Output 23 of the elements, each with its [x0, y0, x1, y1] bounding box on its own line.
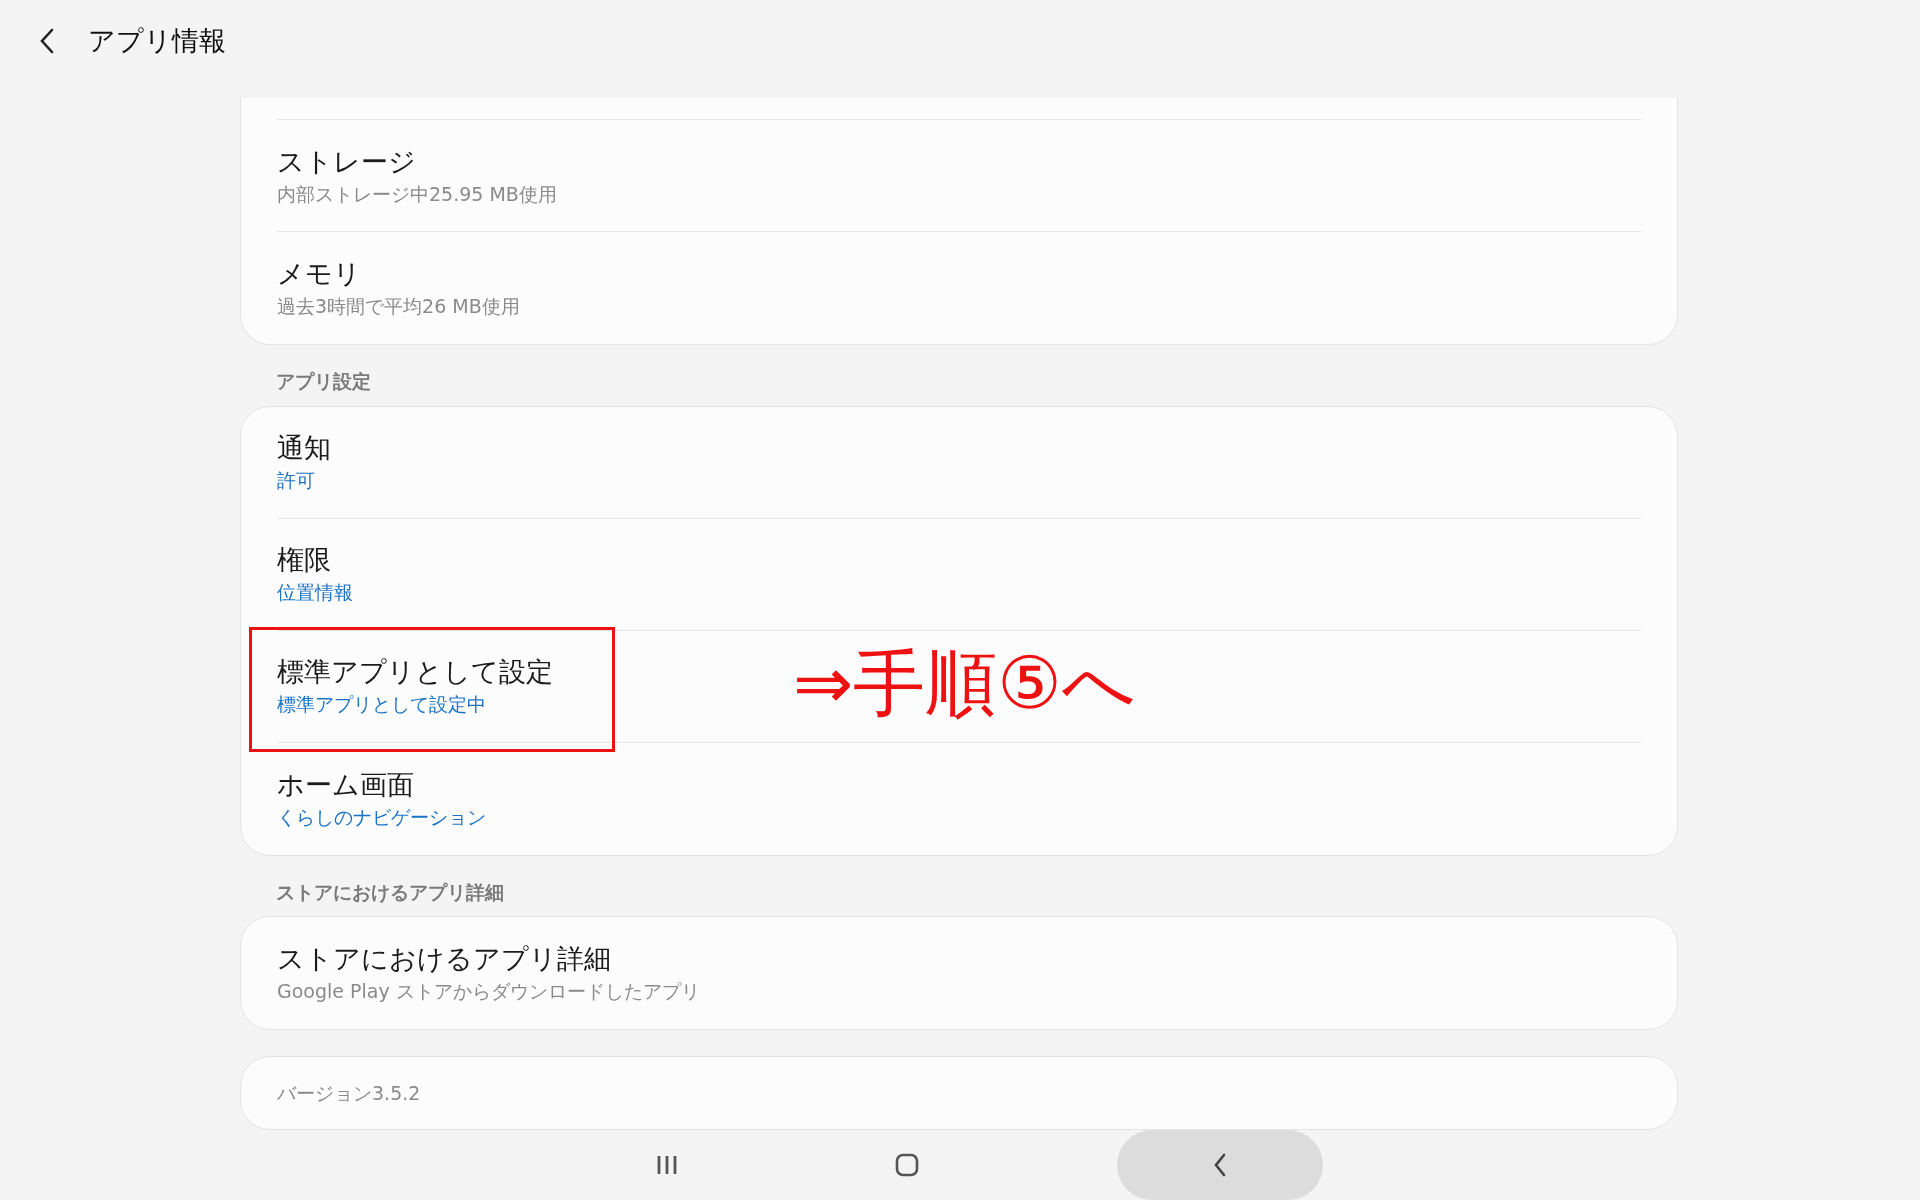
setting-title[interactable]: ストアにおけるアプリ詳細	[277, 941, 611, 977]
home-icon	[895, 1153, 919, 1177]
section-header: ストアにおけるアプリ詳細	[275, 879, 505, 905]
setting-title[interactable]: ホーム画面	[277, 766, 414, 803]
setting-summary: 許可	[277, 468, 315, 493]
setting-title[interactable]: 権限	[277, 542, 331, 578]
setting-title[interactable]: ストレージ	[277, 143, 416, 180]
setting-title[interactable]: 通知	[277, 430, 331, 466]
setting-title[interactable]: メモリ	[277, 256, 361, 292]
back-icon	[39, 28, 55, 54]
back-icon	[1213, 1153, 1227, 1177]
setting-summary: 位置情報	[277, 580, 353, 605]
page-title: アプリ情報	[88, 23, 226, 58]
setting-summary: くらしのナビゲーション	[277, 804, 486, 830]
setting-summary: Google Play ストアからダウンロードしたアプリ	[277, 979, 700, 1004]
setting-summary: 標準アプリとして設定中	[277, 692, 486, 717]
annotation-text: ⇒手順⑤へ	[793, 640, 1136, 725]
setting-title[interactable]: 標準アプリとして設定	[277, 654, 553, 690]
section-header: アプリ設定	[275, 369, 372, 394]
setting-summary: 内部ストレージ中25.95 MB使用	[277, 181, 557, 207]
version-text: バージョン3.5.2	[277, 1080, 421, 1106]
setting-summary: 過去3時間で平均26 MB使用	[277, 294, 520, 319]
recent-apps-icon	[656, 1154, 678, 1176]
